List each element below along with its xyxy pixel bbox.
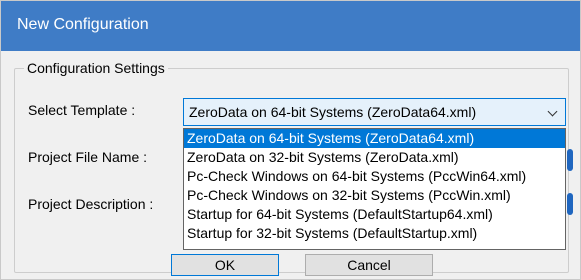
select-template-label: Select Template : bbox=[28, 102, 136, 118]
project-file-name-field-edge[interactable] bbox=[567, 149, 573, 171]
chevron-down-icon[interactable] bbox=[547, 106, 558, 117]
template-option[interactable]: ZeroData on 32-bit Systems (ZeroData.xml… bbox=[184, 148, 565, 167]
project-description-field-edge[interactable] bbox=[567, 193, 573, 215]
window-title: New Configuration bbox=[17, 16, 149, 33]
template-option[interactable]: Startup for 32-bit Systems (DefaultStart… bbox=[184, 224, 565, 243]
new-configuration-dialog: New Configuration Configuration Settings… bbox=[0, 0, 581, 280]
title-bar[interactable]: New Configuration bbox=[1, 1, 580, 51]
template-option[interactable]: Pc-Check Windows on 64-bit Systems (PccW… bbox=[184, 167, 565, 186]
ok-button[interactable]: OK bbox=[171, 254, 279, 276]
group-title: Configuration Settings bbox=[24, 60, 168, 76]
project-description-label: Project Description : bbox=[28, 196, 154, 212]
template-dropdown-list[interactable]: ZeroData on 64-bit Systems (ZeroData64.x… bbox=[183, 128, 566, 250]
project-file-name-label: Project File Name : bbox=[28, 149, 148, 165]
template-selected-value: ZeroData on 64-bit Systems (ZeroData64.x… bbox=[189, 104, 477, 120]
template-option[interactable]: Startup for 64-bit Systems (DefaultStart… bbox=[184, 205, 565, 224]
template-option[interactable]: Pc-Check Windows on 32-bit Systems (PccW… bbox=[184, 186, 565, 205]
cancel-button[interactable]: Cancel bbox=[305, 254, 433, 276]
template-combobox[interactable]: ZeroData on 64-bit Systems (ZeroData64.x… bbox=[183, 98, 566, 126]
template-option[interactable]: ZeroData on 64-bit Systems (ZeroData64.x… bbox=[184, 129, 565, 148]
